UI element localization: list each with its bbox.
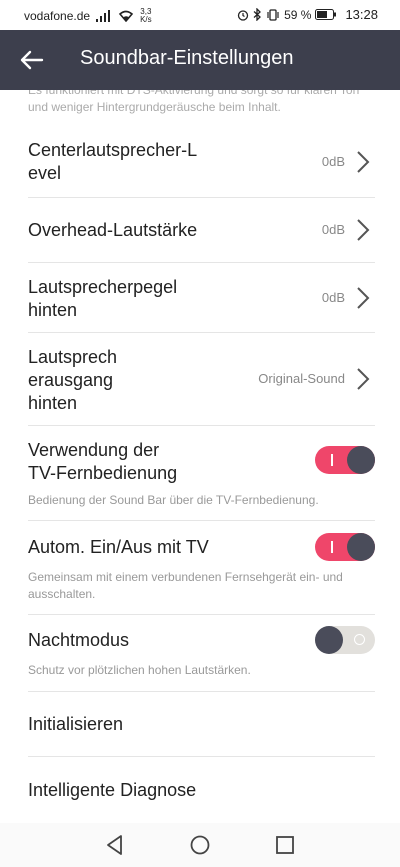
chevron-right-icon [357,219,370,241]
setting-auto-power: Autom. Ein/Aus mit TV Gemeinsam mit eine… [28,521,375,615]
setting-value: Original-Sound [258,371,345,386]
toggle-knob [347,446,375,474]
auto-power-toggle[interactable] [315,533,375,561]
setting-night-mode: Nachtmodus Schutz vor plötzlichen hohen … [28,615,375,692]
page-title: Soundbar-Einstellungen [80,47,294,69]
setting-label: Overhead-Lautstärke [28,220,198,240]
setting-value: 0dB [321,290,345,305]
setting-rear-speaker-level[interactable]: Lautsprecherpegel hinten 0dB [28,263,375,333]
setting-label: Autom. Ein/Aus mit TV [28,537,209,557]
nav-home-icon[interactable] [188,834,212,856]
carrier-label: vodafone.de [24,9,91,23]
setting-label: Lautsprech erausgang hinten [28,347,118,413]
setting-description: Bedienung der Sound Bar über die TV-Fern… [28,493,319,507]
clock: 13:28 [345,7,378,22]
app-bar: Soundbar-Einstellungen [0,30,400,90]
setting-initialize[interactable]: Initialisieren [28,692,375,757]
toggle-off-mark [354,634,365,645]
setting-value: 0dB [321,222,345,237]
wifi-icon [118,10,134,22]
battery-icon [315,9,337,20]
back-arrow-icon[interactable] [18,46,46,74]
setting-label: Verwendung der TV-Fernbedienung [28,440,178,483]
tv-remote-toggle[interactable] [315,446,375,474]
setting-description: Gemeinsam mit einem verbundenen Fernsehg… [28,570,343,601]
setting-value: 0dB [321,154,345,169]
network-speed: 3,3 K/s [140,7,152,24]
system-nav-bar [0,823,400,867]
toggle-on-mark [331,541,333,553]
setting-center-speaker-level[interactable]: Centerlautsprecher-L evel 0dB [28,127,375,198]
setting-overhead-volume[interactable]: Overhead-Lautstärke 0dB [28,198,375,263]
battery-percent: 59 % [284,7,312,22]
vibrate-icon [267,8,279,21]
previous-item-description: Es funktioniert mit DTS-Aktivierung und … [28,90,360,114]
settings-list: Es funktioniert mit DTS-Aktivierung und … [0,90,400,823]
nav-recents-icon[interactable] [273,834,297,856]
toggle-on-mark [331,454,333,466]
chevron-right-icon [357,287,370,309]
night-mode-toggle[interactable] [315,626,375,654]
setting-label: Initialisieren [28,714,124,734]
chevron-right-icon [357,151,370,173]
setting-label: Intelligente Diagnose [28,780,197,800]
chevron-right-icon [357,368,370,390]
setting-label: Nachtmodus [28,630,130,650]
alarm-icon [237,9,249,21]
setting-tv-remote: Verwendung der TV-Fernbedienung Bedienun… [28,426,375,521]
setting-smart-diagnosis[interactable]: Intelligente Diagnose [28,757,375,823]
status-bar: vodafone.de 3,3 K/s 59 % 13:28 [0,0,400,30]
signal-icon [96,10,111,22]
setting-description: Schutz vor plötzlichen hohen Lautstärken… [28,663,251,677]
setting-rear-speaker-output[interactable]: Lautsprech erausgang hinten Original-Sou… [28,333,375,426]
bluetooth-icon [253,8,262,21]
toggle-knob [315,626,343,654]
setting-label: Lautsprecherpegel hinten [28,277,178,320]
toggle-knob [347,533,375,561]
nav-back-icon[interactable] [103,834,127,856]
setting-label: Centerlautsprecher-L evel [28,140,198,183]
